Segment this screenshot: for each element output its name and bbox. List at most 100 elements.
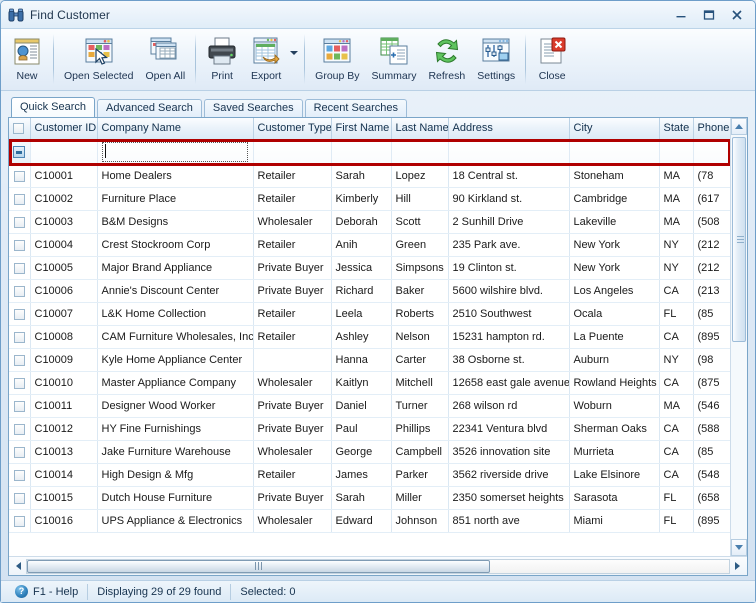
open-selected-button[interactable]: Open Selected	[58, 32, 139, 88]
row-select-cell[interactable]	[9, 509, 31, 533]
row-select-cell[interactable]	[9, 302, 31, 326]
select-all-header[interactable]	[9, 118, 31, 140]
table-row[interactable]: C10016 UPS Appliance & Electronics Wholesa…	[9, 509, 730, 533]
row-select-checkbox[interactable]	[13, 377, 25, 389]
horizontal-scroll-thumb[interactable]	[27, 559, 491, 573]
export-dropdown-button[interactable]	[288, 32, 300, 88]
new-button[interactable]: New	[5, 32, 49, 88]
tab-quick-search[interactable]: Quick Search	[11, 97, 96, 117]
row-select-checkbox[interactable]	[13, 216, 25, 228]
row-select-checkbox[interactable]	[13, 515, 25, 527]
row-select-cell[interactable]	[9, 371, 31, 395]
vertical-scroll-thumb[interactable]	[732, 137, 746, 342]
table-row[interactable]: C10001 Home Dealers Retailer Sarah Lopez 18 C…	[9, 164, 730, 188]
minimize-button[interactable]	[667, 4, 695, 26]
row-select-cell[interactable]	[9, 394, 31, 418]
vertical-scrollbar[interactable]	[730, 118, 747, 556]
summary-button[interactable]: Summary	[366, 32, 423, 88]
filter-city[interactable]	[569, 139, 660, 165]
table-row[interactable]: C10010 Master Appliance Company Wholesaler…	[9, 371, 730, 395]
row-select-cell[interactable]	[9, 233, 31, 257]
row-select-checkbox[interactable]	[13, 193, 25, 205]
row-select-checkbox[interactable]	[13, 446, 25, 458]
filter-state[interactable]	[659, 139, 694, 165]
refresh-button[interactable]: Refresh	[422, 32, 471, 88]
filter-company-name-input[interactable]	[101, 140, 249, 164]
table-row[interactable]: C10008 CAM Furniture Wholesales, Inc. Reta…	[9, 325, 730, 349]
table-row[interactable]: C10006 Annie's Discount Center Private Buy…	[9, 279, 730, 303]
filter-address[interactable]	[448, 139, 570, 165]
tab-advanced-search[interactable]: Advanced Search	[97, 99, 202, 117]
header-city[interactable]: City	[569, 118, 660, 140]
row-select-cell[interactable]	[9, 463, 31, 487]
status-help[interactable]: ? F1 - Help	[6, 583, 89, 600]
table-row[interactable]: C10014 High Design & Mfg Retailer James Park…	[9, 463, 730, 487]
table-row[interactable]: C10004 Crest Stockroom Corp Retailer Anih Gr…	[9, 233, 730, 257]
open-all-button[interactable]: Open All	[139, 32, 191, 88]
select-all-checkbox[interactable]	[13, 123, 24, 135]
close-button[interactable]	[723, 4, 751, 26]
filter-customer-type[interactable]	[253, 139, 332, 165]
header-address[interactable]: Address	[448, 118, 570, 140]
row-select-checkbox[interactable]	[13, 308, 25, 320]
table-row[interactable]: C10011 Designer Wood Worker Private Buyer D…	[9, 394, 730, 418]
row-select-checkbox[interactable]	[13, 423, 25, 435]
row-select-cell[interactable]	[9, 187, 31, 211]
table-row[interactable]: C10002 Furniture Place Retailer Kimberly Hil…	[9, 187, 730, 211]
row-select-cell[interactable]	[9, 440, 31, 464]
row-select-cell[interactable]	[9, 325, 31, 349]
filter-first-name[interactable]	[331, 139, 392, 165]
row-select-checkbox[interactable]	[13, 239, 25, 251]
settings-button[interactable]: Settings	[471, 32, 521, 88]
scroll-right-button[interactable]	[730, 559, 745, 574]
table-row[interactable]: C10012 HY Fine Furnishings Private Buyer Pa…	[9, 417, 730, 441]
header-state[interactable]: State	[659, 118, 694, 140]
scroll-down-button[interactable]	[731, 539, 747, 556]
row-select-cell[interactable]	[9, 279, 31, 303]
expand-row-button[interactable]	[13, 146, 26, 158]
header-company-name[interactable]: Company Name	[97, 118, 254, 140]
table-row[interactable]: C10013 Jake Furniture Warehouse Wholesaler…	[9, 440, 730, 464]
horizontal-scrollbar[interactable]	[9, 556, 747, 575]
row-select-cell[interactable]	[9, 348, 31, 372]
header-last-name[interactable]: Last Name	[391, 118, 449, 140]
header-customer-type[interactable]: Customer Type	[253, 118, 332, 140]
row-select-checkbox[interactable]	[13, 285, 25, 297]
table-row[interactable]: C10009 Kyle Home Appliance Center Hanna Car…	[9, 348, 730, 372]
horizontal-scroll-track[interactable]	[26, 558, 730, 574]
vertical-scroll-track[interactable]	[731, 135, 747, 539]
group-by-button[interactable]: Group By	[309, 32, 365, 88]
table-row[interactable]: C10015 Dutch House Furniture Private Buyer…	[9, 486, 730, 510]
filter-customer-id[interactable]	[30, 139, 98, 165]
row-select-checkbox[interactable]	[13, 469, 25, 481]
maximize-button[interactable]	[695, 4, 723, 26]
row-select-cell[interactable]	[9, 417, 31, 441]
filter-phone[interactable]	[693, 139, 730, 165]
row-select-checkbox[interactable]	[13, 400, 25, 412]
export-button[interactable]: Export	[244, 32, 288, 88]
scroll-left-button[interactable]	[11, 559, 26, 574]
filter-last-name[interactable]	[391, 139, 449, 165]
tab-recent-searches[interactable]: Recent Searches	[304, 99, 407, 117]
row-select-checkbox[interactable]	[13, 170, 25, 182]
row-select-cell[interactable]	[9, 256, 31, 280]
table-row[interactable]: C10003 B&M Designs Wholesaler Deborah Scott 2…	[9, 210, 730, 234]
row-select-cell[interactable]	[9, 164, 31, 188]
row-select-checkbox[interactable]	[13, 262, 25, 274]
row-select-checkbox[interactable]	[13, 492, 25, 504]
table-row[interactable]: C10005 Major Brand Appliance Private Buyer…	[9, 256, 730, 280]
row-select-cell[interactable]	[9, 486, 31, 510]
print-button[interactable]: Print	[200, 32, 244, 88]
row-select-checkbox[interactable]	[13, 331, 25, 343]
filter-expand-cell[interactable]	[9, 139, 31, 165]
filter-row[interactable]	[9, 139, 730, 165]
table-row[interactable]: C10007 L&K Home Collection Retailer Leela Ro…	[9, 302, 730, 326]
header-first-name[interactable]: First Name	[331, 118, 392, 140]
row-select-checkbox[interactable]	[13, 354, 25, 366]
header-customer-id[interactable]: Customer ID	[30, 118, 98, 140]
tab-saved-searches[interactable]: Saved Searches	[203, 99, 303, 117]
scroll-up-button[interactable]	[731, 118, 747, 135]
filter-company-name[interactable]	[97, 139, 254, 165]
close-toolbar-button[interactable]: Close	[530, 32, 574, 88]
row-select-cell[interactable]	[9, 210, 31, 234]
